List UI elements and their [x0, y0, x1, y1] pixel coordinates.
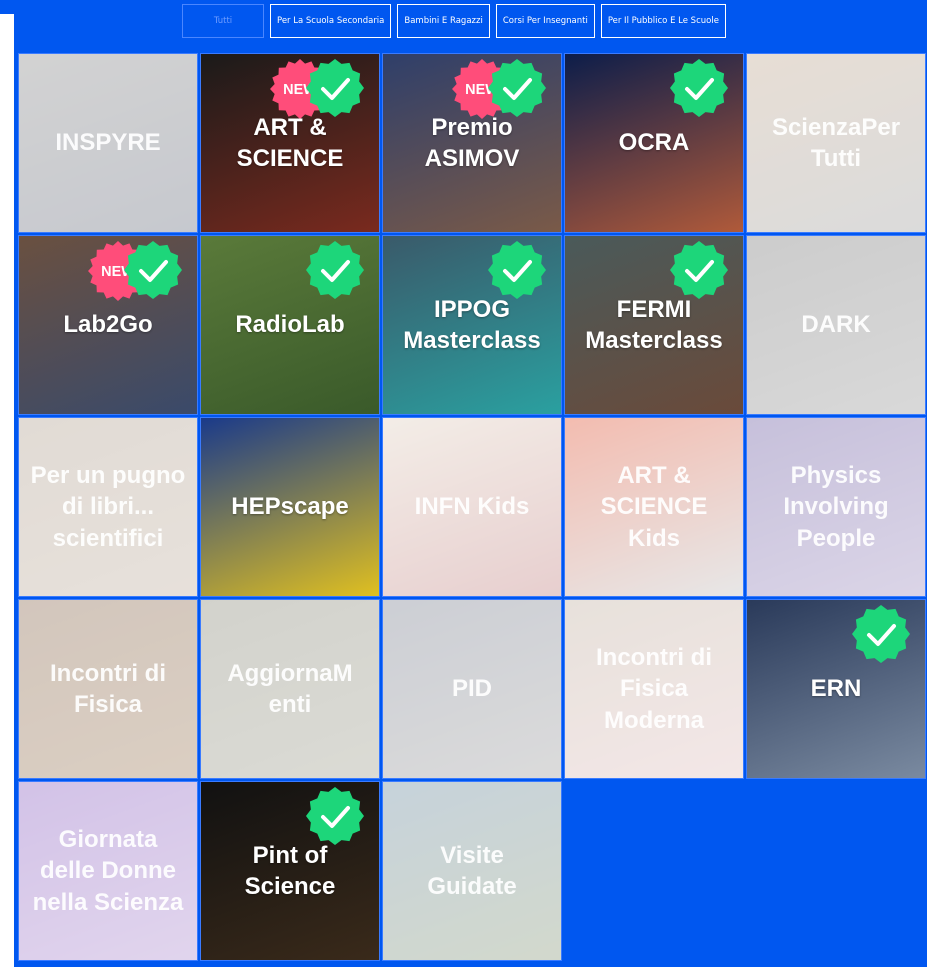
tile-title: Per un pugno di libri... scientifici: [30, 462, 186, 552]
tile-title: Incontri di Fisica Moderna: [596, 644, 712, 734]
project-tile[interactable]: PID: [382, 599, 562, 779]
project-grid: INSPYRE NEW ART & SCIENCE NEW Premio ASIMOV O…: [18, 53, 927, 961]
tile-title: Incontri di Fisica: [50, 659, 166, 718]
tile-title: HEPscape: [231, 493, 349, 521]
project-tile[interactable]: INFN Kids: [382, 417, 562, 597]
project-tile[interactable]: Incontri di Fisica: [18, 599, 198, 779]
project-tile[interactable]: DARK: [746, 235, 926, 415]
tile-title: ART & SCIENCE: [236, 113, 344, 172]
tile-title: RadioLab: [235, 311, 345, 339]
project-tile[interactable]: Giornata delle Donne nella Scienza: [18, 781, 198, 961]
tile-title: FERMI Masterclass: [585, 295, 723, 354]
project-tile[interactable]: NEW Lab2Go: [18, 235, 198, 415]
project-tile[interactable]: Physics Involving People: [746, 417, 926, 597]
filter-corsi-insegnanti-button[interactable]: Corsi Per Insegnanti: [495, 4, 595, 38]
filter-bambini-ragazzi-button[interactable]: Bambini E Ragazzi: [397, 4, 490, 38]
project-tile[interactable]: IPPOG Masterclass: [382, 235, 562, 415]
tile-title: Giornata delle Donne nella Scienza: [32, 826, 184, 916]
projects-panel: Tutti Per La Scuola Secondaria Bambini E…: [14, 0, 927, 967]
filter-pubblico-scuole-button[interactable]: Per Il Pubblico E Le Scuole: [600, 4, 726, 38]
tile-title: OCRA: [618, 129, 690, 157]
project-tile[interactable]: ERN: [746, 599, 926, 779]
project-tile[interactable]: ScienzaPer Tutti: [746, 53, 926, 233]
tile-title: INSPYRE: [55, 129, 161, 157]
tile-title: INFN Kids: [414, 493, 530, 521]
tile-title: Visite Guidate: [427, 841, 517, 900]
tile-title: ERN: [810, 675, 862, 703]
project-tile[interactable]: NEW Premio ASIMOV: [382, 53, 562, 233]
tile-title: Pint of Science: [244, 841, 336, 900]
project-tile[interactable]: HEPscape: [200, 417, 380, 597]
project-tile[interactable]: Incontri di Fisica Moderna: [564, 599, 744, 779]
project-tile[interactable]: RadioLab: [200, 235, 380, 415]
project-tile[interactable]: Per un pugno di libri... scientifici: [18, 417, 198, 597]
tile-title: AggiornaM enti: [227, 659, 353, 718]
project-tile[interactable]: NEW ART & SCIENCE: [200, 53, 380, 233]
filter-scuola-secondaria-button[interactable]: Per La Scuola Secondaria: [270, 4, 392, 38]
project-tile[interactable]: Pint of Science: [200, 781, 380, 961]
tile-title: PID: [451, 675, 492, 703]
project-tile[interactable]: Visite Guidate: [382, 781, 562, 961]
tile-title: Lab2Go: [63, 311, 153, 339]
tile-title: ART & SCIENCE Kids: [600, 462, 708, 552]
tile-title: IPPOG Masterclass: [403, 295, 541, 354]
project-tile[interactable]: ART & SCIENCE Kids: [564, 417, 744, 597]
tile-title: DARK: [801, 311, 871, 339]
tile-title: Physics Involving People: [783, 462, 889, 552]
tile-title: Premio ASIMOV: [424, 113, 520, 172]
project-tile[interactable]: INSPYRE: [18, 53, 198, 233]
tile-title: ScienzaPer Tutti: [771, 113, 901, 172]
filter-bar: Tutti Per La Scuola Secondaria Bambini E…: [182, 4, 726, 40]
project-tile[interactable]: OCRA: [564, 53, 744, 233]
project-tile[interactable]: AggiornaM enti: [200, 599, 380, 779]
corner-block: [0, 0, 14, 14]
filter-tutti-button[interactable]: Tutti: [182, 4, 264, 38]
project-tile[interactable]: FERMI Masterclass: [564, 235, 744, 415]
